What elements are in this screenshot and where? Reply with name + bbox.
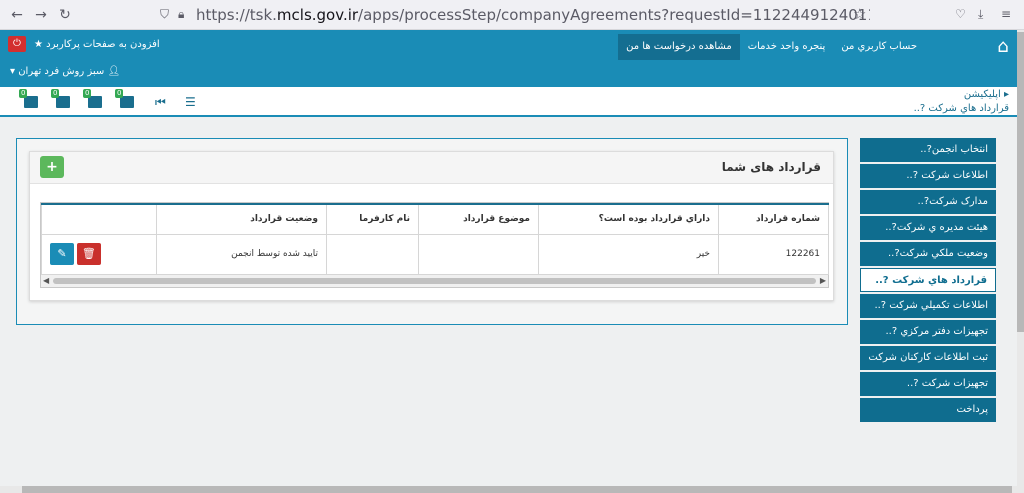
user-name: سبز روش فرد تهران [18, 66, 105, 77]
breadcrumb: اپلیکیشن ▸ ..? قرارداد هاي شرکت [914, 89, 1009, 114]
forward-icon[interactable]: → [32, 6, 50, 24]
cell-has-agreement: خیر [538, 233, 719, 275]
home-icon[interactable]: ⌂ [991, 35, 1015, 59]
table-row: 122261 خیر تایید شده توسط انجمن 🗑︎ ✎ [41, 233, 829, 275]
main-content: قرارداد های شما + شماره قرارداد داراي قر… [16, 138, 848, 325]
cell-agreement-status: تایید شده توسط انجمن [156, 233, 327, 275]
approved-tasks-icon[interactable]: 0 [19, 89, 40, 109]
sidebar-item-company-info[interactable]: ..? اطلاعات شرکت [860, 164, 996, 188]
app-header: ⌂ حساب کاربري من پنجره واحد خدمات مشاهده… [0, 30, 1017, 87]
col-agreement-status[interactable]: وضعیت قرارداد [156, 203, 327, 235]
cell-actions: 🗑︎ ✎ [41, 233, 157, 275]
vertical-scrollbar-thumb[interactable] [1017, 32, 1024, 332]
agreements-table: شماره قرارداد داراي قرارداد بوده است؟ مو… [41, 203, 829, 275]
plus-icon: + [46, 159, 58, 175]
lock-icon[interactable]: 🔒︎ [178, 7, 184, 22]
menu-icon[interactable]: ≡ [1001, 7, 1011, 21]
panel-header: قرارداد های شما + [30, 152, 833, 184]
page-toolbar: 0 0 0 0 ⏮ ☰ اپلیکیشن ▸ ..? قرارداد هاي ش… [0, 87, 1017, 117]
info-icon[interactable]: 0 [115, 89, 136, 109]
col-agreement-number[interactable]: شماره قرارداد [718, 203, 829, 235]
messages-icon[interactable]: 0 [51, 89, 72, 109]
cell-agreement-subject [418, 233, 539, 275]
col-has-agreement[interactable]: داراي قرارداد بوده است؟ [538, 203, 719, 235]
breadcrumb-app[interactable]: اپلیکیشن ▸ [914, 89, 1009, 100]
cell-agreement-number: 122261 [718, 233, 829, 275]
sidebar-item-select-association[interactable]: ..?انتخاب انجمن [860, 138, 996, 162]
sidebar-item-board-of-directors[interactable]: ..?هيئت مديره ي شرکت [860, 216, 996, 240]
top-navigation: حساب کاربري من پنجره واحد خدمات مشاهده د… [618, 34, 925, 60]
header-actions: ⏻ ★ افزودن به صفحات پرکاربرد [8, 36, 160, 52]
url-path: /apps/processStep/companyAgreements?requ… [358, 6, 870, 24]
sidebar-item-head-office-equipment[interactable]: ..? تجهيزات دفتر مرکزي [860, 320, 996, 344]
user-menu[interactable]: ▾ سبز روش فرد تهران 👤︎ [10, 66, 120, 77]
user-icon: 👤︎ [107, 66, 121, 77]
nav-my-account[interactable]: حساب کاربري من [833, 34, 925, 60]
nav-my-requests[interactable]: مشاهده درخواست ها من [618, 34, 740, 60]
add-to-favorites-link[interactable]: ★ افزودن به صفحات پرکاربرد [34, 39, 160, 50]
page-vertical-scrollbar[interactable] [1017, 30, 1024, 493]
count-badge: 0 [83, 89, 92, 98]
shield-icon[interactable]: ⛉ [160, 7, 169, 22]
col-actions [41, 203, 157, 235]
table-horizontal-scrollbar[interactable]: ◀ ▶ [41, 275, 828, 287]
col-agreement-subject[interactable]: موضوع قرارداد [418, 203, 539, 235]
cell-employer-name [326, 233, 419, 275]
url-domain: mcls.gov.ir [276, 6, 359, 24]
panel-title: قرارداد های شما [721, 160, 821, 174]
list-toggle-icon[interactable]: ☰ [185, 95, 196, 109]
breadcrumb-current: ..? قرارداد هاي شرکت [913, 103, 1009, 114]
col-employer-name[interactable]: نام کارفرما [326, 203, 419, 235]
sidebar-item-company-equipment[interactable]: ..? تجهيزات شرکت [860, 372, 996, 396]
horizontal-scrollbar-thumb[interactable] [22, 486, 1012, 493]
first-step-icon[interactable]: ⏮ [155, 95, 166, 109]
logout-power-icon[interactable]: ⏻ [8, 36, 26, 52]
reload-icon[interactable]: ↻ [56, 6, 74, 24]
pencil-icon: ✎ [57, 247, 67, 261]
inbox-icon[interactable]: 0 [83, 89, 104, 109]
process-steps-sidebar: ..?انتخاب انجمن ..? اطلاعات شرکت ..?مدار… [860, 138, 996, 424]
count-badge: 0 [19, 89, 28, 98]
table-header-row: شماره قرارداد داراي قرارداد بوده است؟ مو… [41, 203, 829, 235]
edit-button[interactable]: ✎ [50, 243, 74, 266]
count-badge: 0 [115, 89, 124, 98]
agreements-panel: قرارداد های شما + شماره قرارداد داراي قر… [29, 151, 834, 301]
scrollbar-thumb[interactable] [53, 278, 816, 284]
address-bar[interactable]: https://tsk.mcls.gov.ir/apps/processStep… [150, 4, 870, 26]
delete-button[interactable]: 🗑︎ [76, 243, 101, 266]
sidebar-item-payment[interactable]: پرداخت [860, 398, 996, 422]
download-icon[interactable]: ⤓ [978, 7, 983, 22]
nav-service-window[interactable]: پنجره واحد خدمات [740, 34, 834, 60]
page-horizontal-scrollbar[interactable] [0, 486, 1017, 493]
add-agreement-button[interactable]: + [40, 156, 64, 178]
bookmark-star-icon[interactable]: ☆ [853, 5, 866, 23]
favorites-label: افزودن به صفحات پرکاربرد [46, 38, 160, 50]
agreements-table-container: شماره قرارداد داراي قرارداد بوده است؟ مو… [40, 202, 829, 288]
sidebar-item-supplementary-info[interactable]: ..? اطلاعات تکميلي شرکت [860, 294, 996, 318]
scroll-right-icon[interactable]: ▶ [820, 275, 826, 287]
url-prefix: https://tsk. [196, 6, 277, 24]
trash-icon: 🗑︎ [81, 247, 96, 261]
sidebar-item-property-status[interactable]: ..?وضعيت ملکي شرکت [860, 242, 996, 266]
pocket-icon[interactable]: ♡ [955, 7, 966, 21]
sidebar-item-company-documents[interactable]: ..?مدارک شرکت [860, 190, 996, 214]
count-badge: 0 [51, 89, 60, 98]
sidebar-item-company-agreements[interactable]: ..? قرارداد هاي شرکت [860, 268, 996, 292]
browser-toolbar: ← → ↻ https://tsk.mcls.gov.ir/apps/proce… [0, 0, 1024, 30]
back-icon[interactable]: ← [8, 6, 26, 24]
sidebar-item-staff-registration[interactable]: ثبت اطلاعات کارکنان شرکت [860, 346, 996, 370]
scroll-left-icon[interactable]: ◀ [43, 275, 49, 287]
